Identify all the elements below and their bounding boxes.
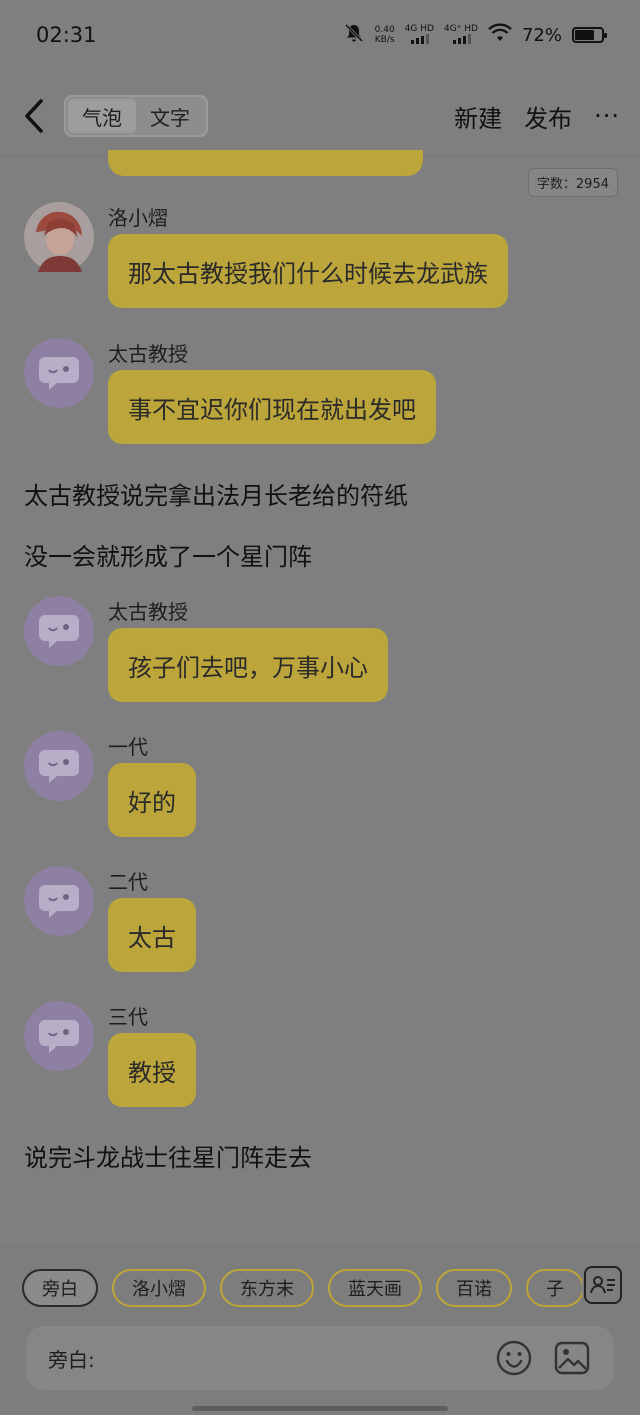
sender-name: 洛小熠 <box>108 206 168 230</box>
narration-text[interactable]: 说完斗龙战士往星门阵走去 <box>24 1138 312 1173</box>
message-bubble-partial[interactable] <box>108 150 423 176</box>
home-indicator[interactable] <box>192 1406 448 1411</box>
character-chip-row[interactable]: 旁白 洛小熠 东方末 蓝天画 百诺 子 <box>22 1269 582 1307</box>
chip-character[interactable]: 蓝天画 <box>328 1269 422 1307</box>
chat-bubble-avatar-icon <box>39 615 79 648</box>
sender-name: 太古教授 <box>108 600 188 624</box>
character-list-button[interactable] <box>584 1266 622 1304</box>
message-input-bar: 旁白: <box>26 1326 614 1390</box>
chip-character[interactable]: 洛小熠 <box>112 1269 206 1307</box>
contact-card-icon <box>590 1276 615 1294</box>
sender-name: 一代 <box>108 735 148 759</box>
sender-name: 二代 <box>108 870 148 894</box>
chat-bubble-avatar-icon <box>39 885 79 918</box>
message-bubble[interactable]: 好的 <box>108 763 196 837</box>
word-count-badge: 字数：2954 <box>527 168 618 197</box>
chip-character[interactable]: 百诺 <box>436 1269 512 1307</box>
message-bubble[interactable]: 孩子们去吧，万事小心 <box>108 628 388 702</box>
input-role-label: 旁白: <box>48 1347 95 1372</box>
message-bubble[interactable]: 事不宜迟你们现在就出发吧 <box>108 370 436 444</box>
image-button[interactable] <box>552 1338 592 1378</box>
narration-text[interactable]: 没一会就形成了一个星门阵 <box>24 537 312 572</box>
image-icon <box>554 1341 590 1375</box>
message-input[interactable] <box>98 1338 476 1378</box>
emoji-icon <box>496 1340 532 1376</box>
avatar[interactable] <box>24 338 94 408</box>
chip-character[interactable]: 东方末 <box>220 1269 314 1307</box>
message-bubble[interactable]: 太古 <box>108 898 196 972</box>
sender-name: 太古教授 <box>108 342 188 366</box>
avatar[interactable] <box>24 866 94 936</box>
chat-bubble-avatar-icon <box>39 1020 79 1053</box>
message-bubble[interactable]: 教授 <box>108 1033 196 1107</box>
chat-area[interactable]: 字数：2954 洛小熠 那太古教授我们什么时候去龙武族 太古教授 事不宜迟你们现… <box>0 0 640 1240</box>
chip-narrator[interactable]: 旁白 <box>22 1269 98 1307</box>
avatar[interactable] <box>24 1001 94 1071</box>
avatar[interactable] <box>24 731 94 801</box>
chat-bubble-avatar-icon <box>39 750 79 783</box>
chip-character[interactable]: 子 <box>526 1269 582 1307</box>
emoji-button[interactable] <box>494 1338 534 1378</box>
chat-bubble-avatar-icon <box>39 357 79 390</box>
sender-name: 三代 <box>108 1005 148 1029</box>
avatar[interactable] <box>24 202 94 272</box>
narration-text[interactable]: 太古教授说完拿出法月长老给的符纸 <box>24 476 408 511</box>
avatar[interactable] <box>24 596 94 666</box>
message-bubble[interactable]: 那太古教授我们什么时候去龙武族 <box>108 234 508 308</box>
character-avatar-icon <box>24 202 94 272</box>
